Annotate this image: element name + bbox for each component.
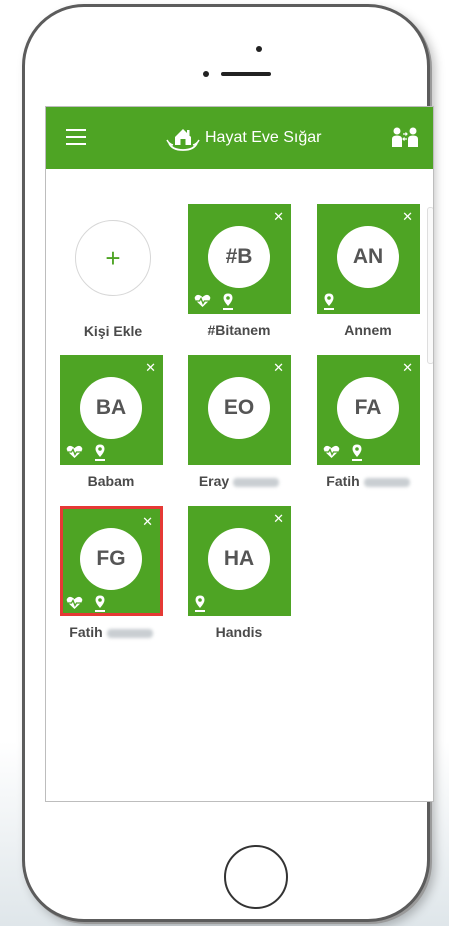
contact-tile[interactable]: ✕ BA (60, 355, 163, 465)
contact-first-name: Fatih (326, 473, 360, 489)
contact-tile[interactable]: ✕ EO (188, 355, 291, 465)
contact-avatar: FG (80, 528, 142, 590)
app-title-group: Hayat Eve Sığar (166, 121, 322, 155)
contact-first-name: Babam (87, 473, 135, 489)
contact-name-label: Eray (184, 473, 294, 489)
location-pin-icon (94, 444, 106, 461)
contact-avatar: EO (208, 377, 270, 439)
house-in-hands-icon (166, 129, 200, 151)
location-pin-icon (222, 293, 234, 310)
heart-rate-icon (323, 445, 340, 459)
contact-first-name: Eray (198, 473, 230, 489)
contact-avatar: FA (337, 377, 399, 439)
add-contact-label: Kişi Ekle (83, 323, 143, 339)
heart-rate-icon (194, 294, 211, 308)
remove-contact-icon[interactable]: ✕ (273, 210, 284, 223)
remove-contact-icon[interactable]: ✕ (402, 361, 413, 374)
add-contact-button[interactable]: + (75, 220, 151, 296)
contact-name-label: #Bitanem (184, 322, 294, 338)
contact-tile[interactable]: ✕ #B (188, 204, 291, 314)
contact-first-name: Annem (344, 322, 392, 338)
app-bar: Hayat Eve Sığar (46, 107, 433, 169)
remove-contact-icon[interactable]: ✕ (273, 512, 284, 525)
contact-avatar: AN (337, 226, 399, 288)
contact-tile[interactable]: ✕ FA (317, 355, 420, 465)
contact-first-name: #Bitanem (207, 322, 271, 338)
redacted-surname (363, 477, 410, 487)
people-switch-icon[interactable] (391, 125, 419, 149)
contact-first-name: Handis (215, 624, 263, 640)
earpiece-speaker (221, 72, 271, 76)
contact-name-label: Fatih (56, 624, 166, 640)
hamburger-menu-icon[interactable] (66, 129, 86, 145)
location-pin-icon (94, 595, 106, 612)
remove-contact-icon[interactable]: ✕ (145, 361, 156, 374)
location-pin-icon (351, 444, 363, 461)
redacted-surname (233, 477, 280, 487)
scroll-indicator[interactable] (427, 207, 433, 364)
contact-avatar: HA (208, 528, 270, 590)
location-pin-icon (323, 293, 335, 310)
contact-name-label: Annem (313, 322, 423, 338)
remove-contact-icon[interactable]: ✕ (142, 515, 153, 528)
contact-name-label: Fatih (313, 473, 423, 489)
heart-rate-icon (66, 445, 83, 459)
contact-first-name: Fatih (69, 624, 103, 640)
contact-avatar: #B (208, 226, 270, 288)
front-camera (256, 46, 262, 52)
app-title: Hayat Eve Sığar (205, 129, 322, 146)
remove-contact-icon[interactable]: ✕ (273, 361, 284, 374)
contact-tile[interactable]: ✕ HA (188, 506, 291, 616)
contact-name-label: Handis (184, 624, 294, 640)
heart-rate-icon (66, 596, 83, 610)
contact-avatar: BA (80, 377, 142, 439)
contact-tile[interactable]: ✕ AN (317, 204, 420, 314)
remove-contact-icon[interactable]: ✕ (402, 210, 413, 223)
contact-tile[interactable]: ✕ FG (60, 506, 163, 616)
home-button[interactable] (224, 845, 288, 909)
app-screen: Hayat Eve Sığar + Kişi Ekle ✕ #B #Bitanem ✕… (45, 106, 434, 802)
contact-name-label: Babam (56, 473, 166, 489)
proximity-sensor (203, 71, 209, 77)
location-pin-icon (194, 595, 206, 612)
redacted-surname (106, 628, 153, 638)
